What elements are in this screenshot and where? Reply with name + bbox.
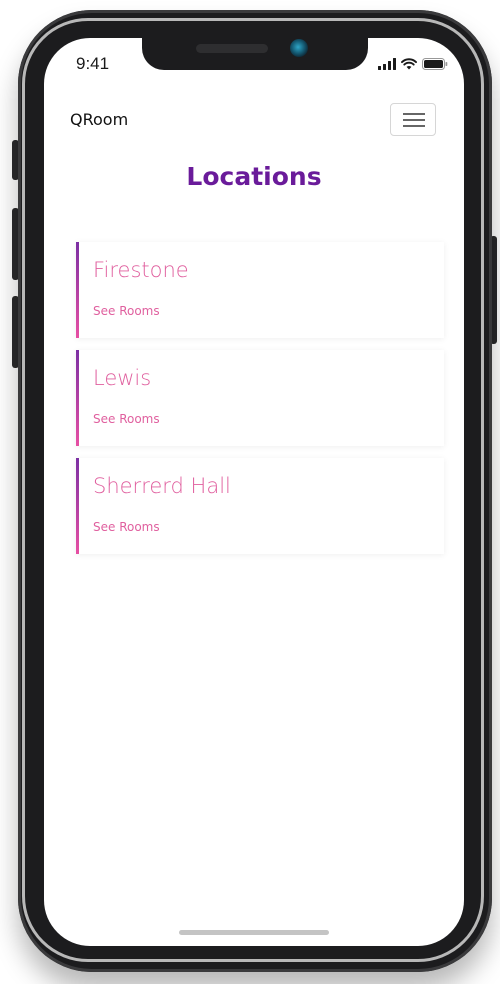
wifi-icon — [401, 55, 417, 74]
location-card[interactable]: Firestone See Rooms — [76, 242, 444, 338]
home-indicator[interactable] — [179, 930, 329, 935]
brand-logo[interactable]: QRoom — [70, 110, 128, 129]
phone-screen: 9:41 QRoom Locations Firestone See Rooms… — [44, 38, 464, 946]
page-title: Locations — [186, 162, 322, 191]
card-accent-bar — [76, 242, 79, 338]
location-card[interactable]: Sherrerd Hall See Rooms — [76, 458, 444, 554]
status-icons — [378, 55, 448, 74]
location-name: Sherrerd Hall — [93, 474, 231, 498]
location-list: Firestone See Rooms Lewis See Rooms Sher… — [76, 242, 444, 566]
location-card[interactable]: Lewis See Rooms — [76, 350, 444, 446]
menu-toggle-button[interactable] — [390, 103, 436, 136]
location-name: Lewis — [93, 366, 152, 390]
navbar: QRoom — [44, 100, 464, 140]
speaker-grille — [196, 44, 268, 53]
card-accent-bar — [76, 350, 79, 446]
see-rooms-link[interactable]: See Rooms — [93, 520, 160, 534]
front-camera — [290, 39, 308, 57]
status-time: 9:41 — [76, 54, 110, 73]
signal-icon — [378, 55, 396, 74]
battery-icon — [422, 55, 448, 74]
location-name: Firestone — [93, 258, 189, 282]
card-accent-bar — [76, 458, 79, 554]
notch — [142, 38, 368, 70]
see-rooms-link[interactable]: See Rooms — [93, 304, 160, 318]
device-mockup: 9:41 QRoom Locations Firestone See Rooms… — [0, 0, 500, 984]
see-rooms-link[interactable]: See Rooms — [93, 412, 160, 426]
